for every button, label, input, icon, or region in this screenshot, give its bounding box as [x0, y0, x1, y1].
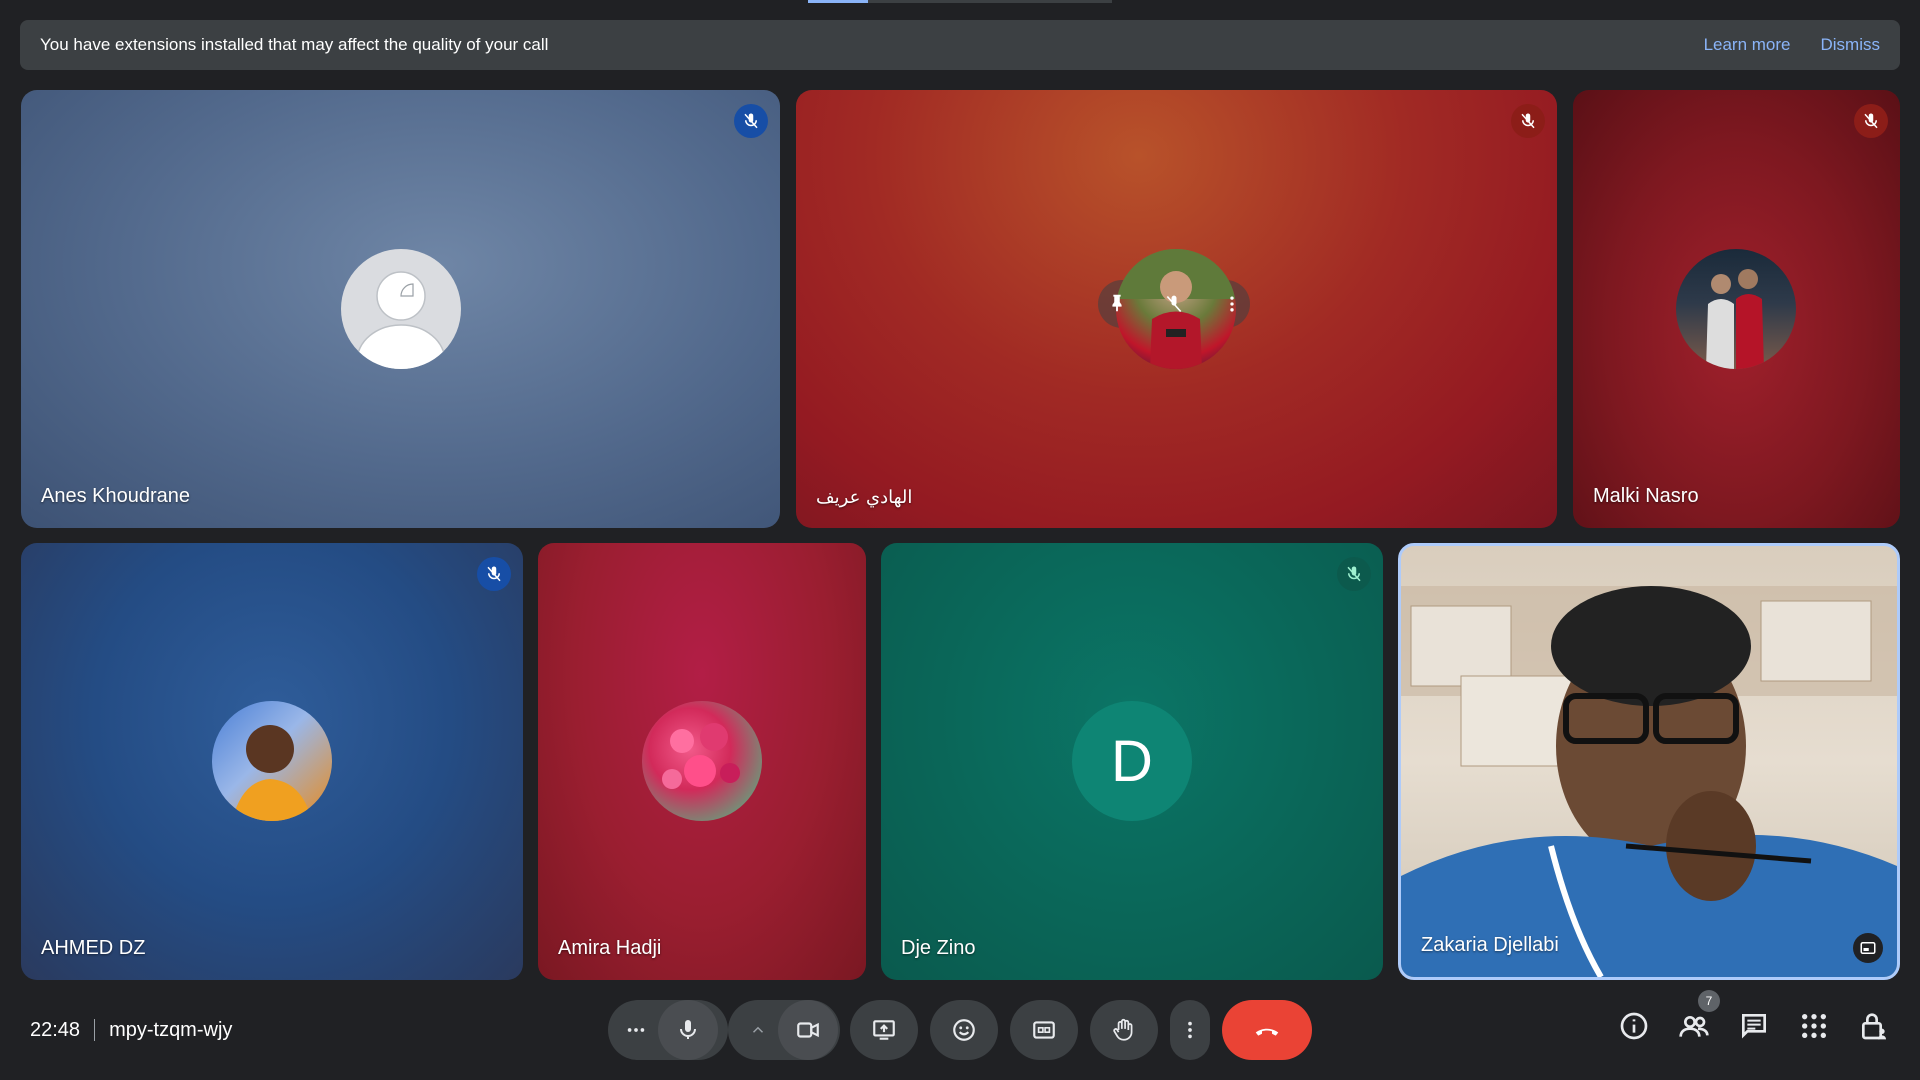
muted-mic-icon	[477, 557, 511, 591]
participant-tile-malki[interactable]: Malki Nasro	[1573, 90, 1900, 528]
participant-tile-dje[interactable]: D Dje Zino	[881, 543, 1383, 980]
camera-icon	[797, 1022, 819, 1038]
people-button[interactable]	[1678, 1010, 1710, 1047]
participant-name: Zakaria Djellabi	[1421, 934, 1559, 956]
apps-grid-icon	[1802, 1014, 1826, 1038]
present-icon	[873, 1020, 895, 1040]
mute-participant-icon[interactable]	[1164, 294, 1184, 319]
meeting-code: mpy-tzqm-wjy	[109, 1018, 233, 1041]
more-vert-icon	[1188, 1021, 1192, 1039]
lock-person-icon	[1862, 1013, 1886, 1040]
muted-mic-icon	[1511, 104, 1545, 138]
meeting-info: 22:48 mpy-tzqm-wjy	[30, 1012, 232, 1048]
participant-name: Malki Nasro	[1593, 485, 1699, 507]
more-options-button[interactable]	[1170, 1000, 1210, 1060]
learn-more-link[interactable]: Learn more	[1704, 35, 1791, 55]
participant-tile-zakaria[interactable]: Zakaria Djellabi	[1398, 543, 1900, 980]
more-options-icon[interactable]	[1222, 294, 1242, 319]
default-avatar-icon	[341, 249, 461, 369]
audio-options-button[interactable]	[620, 1014, 652, 1046]
video-options-chevron[interactable]	[742, 1014, 774, 1046]
hand-icon	[1113, 1018, 1133, 1041]
reactions-button[interactable]	[930, 1000, 998, 1060]
captions-button[interactable]	[1010, 1000, 1078, 1060]
muted-mic-icon	[1337, 557, 1371, 591]
participant-name: Amira Hadji	[558, 937, 662, 959]
extensions-warning-banner: You have extensions installed that may a…	[20, 20, 1900, 70]
pip-icon[interactable]	[1853, 933, 1883, 963]
participant-tile-anes[interactable]: Anes Khoudrane	[21, 90, 780, 528]
hang-up-icon	[1255, 1028, 1279, 1036]
banner-message: You have extensions installed that may a…	[40, 35, 549, 54]
dismiss-button[interactable]: Dismiss	[1821, 35, 1881, 55]
people-icon	[1679, 1016, 1709, 1037]
leave-call-button[interactable]	[1222, 1000, 1312, 1060]
microphone-button[interactable]	[658, 1000, 718, 1060]
camera-feed	[1401, 546, 1897, 977]
chevron-up-icon	[752, 1026, 764, 1033]
activities-button[interactable]	[1798, 1010, 1830, 1047]
participant-avatar-letter: D	[1072, 701, 1192, 821]
participant-tile-alhadi[interactable]: الهادي عريف	[796, 90, 1557, 528]
muted-mic-icon	[734, 104, 768, 138]
people-count-badge: 7	[1698, 990, 1720, 1012]
chat-icon	[1742, 1014, 1766, 1039]
participant-tile-amira[interactable]: Amira Hadji	[538, 543, 866, 980]
host-controls-button[interactable]	[1858, 1010, 1890, 1047]
participant-name: الهادي عريف	[816, 487, 913, 508]
participant-name: Dje Zino	[901, 937, 976, 959]
chat-button[interactable]	[1738, 1010, 1770, 1047]
clock-time: 22:48	[30, 1018, 81, 1041]
participant-avatar	[642, 701, 762, 821]
raise-hand-button[interactable]	[1090, 1000, 1158, 1060]
top-progress-bar	[808, 0, 1112, 3]
participant-avatar	[212, 701, 332, 821]
microphone-icon	[680, 1020, 696, 1039]
muted-mic-icon	[1854, 104, 1888, 138]
meeting-details-button[interactable]	[1618, 1010, 1650, 1047]
emoji-icon	[953, 1019, 975, 1041]
info-icon	[1620, 1012, 1648, 1040]
participant-tile-ahmed[interactable]: AHMED DZ	[21, 543, 523, 980]
captions-icon	[1033, 1021, 1055, 1039]
participant-avatar	[1676, 249, 1796, 369]
participant-name: Anes Khoudrane	[41, 485, 191, 507]
divider	[94, 1019, 96, 1041]
pin-icon[interactable]	[1106, 292, 1128, 319]
participant-name: AHMED DZ	[41, 937, 146, 959]
present-screen-button[interactable]	[850, 1000, 918, 1060]
camera-button[interactable]	[778, 1000, 838, 1060]
